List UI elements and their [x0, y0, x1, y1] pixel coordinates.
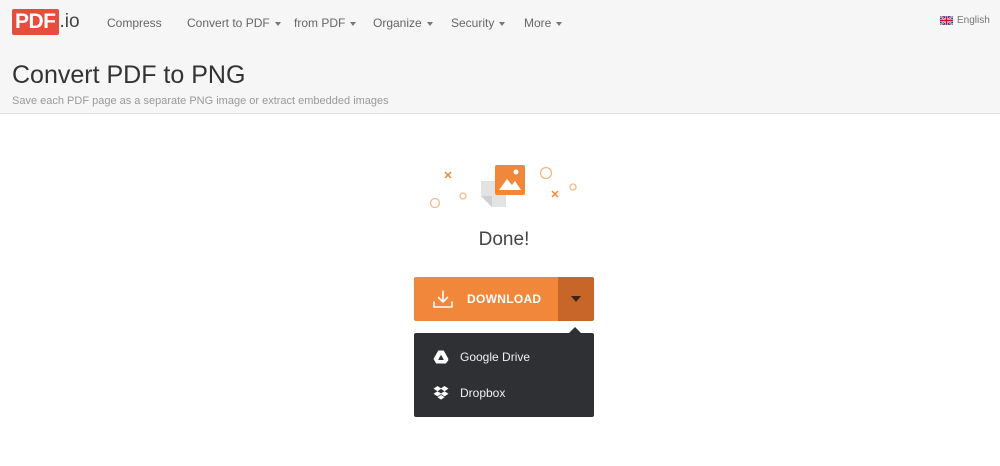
page-subtitle: Save each PDF page as a separate PNG ima…	[12, 95, 389, 107]
download-label: DOWNLOAD	[467, 292, 542, 306]
nav-from-pdf[interactable]: from PDF	[294, 16, 357, 30]
download-options-menu: Google Drive Dropbox	[414, 327, 594, 417]
download-button[interactable]: DOWNLOAD	[414, 277, 558, 321]
menu-pointer	[569, 327, 581, 333]
status-text: Done!	[478, 229, 530, 250]
google-drive-icon	[433, 350, 449, 364]
download-button-group: DOWNLOAD	[414, 277, 594, 321]
uk-flag-icon	[940, 16, 953, 25]
chevron-down-icon	[274, 21, 281, 26]
nav-convert-to-pdf[interactable]: Convert to PDF	[187, 16, 281, 30]
menu-item-google-drive[interactable]: Google Drive	[414, 341, 594, 373]
menu-item-dropbox[interactable]: Dropbox	[414, 377, 594, 409]
chevron-down-icon	[426, 21, 433, 26]
chevron-down-icon	[350, 21, 357, 26]
logo-brand: PDF	[12, 9, 59, 35]
chevron-down-icon	[556, 21, 563, 26]
logo[interactable]: PDF .io	[12, 9, 80, 35]
google-drive-label: Google Drive	[460, 350, 531, 364]
nav-security[interactable]: Security	[451, 16, 506, 30]
nav-compress-label: Compress	[107, 16, 162, 30]
chevron-down-icon	[571, 296, 581, 302]
nav-more[interactable]: More	[524, 16, 563, 30]
nav-organize[interactable]: Organize	[373, 16, 433, 30]
nav-security-label: Security	[451, 16, 495, 30]
page-title: Convert PDF to PNG	[12, 61, 246, 89]
logo-ext: .io	[59, 11, 80, 32]
chevron-down-icon	[499, 21, 506, 26]
language-selector[interactable]: English	[940, 15, 990, 26]
dropbox-label: Dropbox	[460, 386, 506, 400]
dropbox-icon	[433, 386, 449, 400]
nav-more-label: More	[524, 16, 552, 30]
download-icon	[433, 290, 453, 308]
nav-organize-label: Organize	[373, 16, 422, 30]
language-label: English	[957, 15, 990, 26]
download-options-toggle[interactable]	[558, 277, 594, 321]
nav-convert-to-pdf-label: Convert to PDF	[187, 16, 270, 30]
nav-compress[interactable]: Compress	[107, 16, 162, 30]
page-header: PDF .io Compress Convert to PDF from PDF…	[0, 0, 1000, 114]
image-icon	[429, 165, 577, 209]
top-nav: PDF .io Compress Convert to PDF from PDF…	[0, 0, 1000, 46]
nav-from-pdf-label: from PDF	[294, 16, 346, 30]
